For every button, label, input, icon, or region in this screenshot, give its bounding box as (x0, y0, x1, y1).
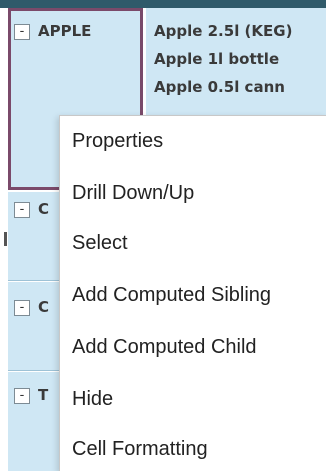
column-item: Apple 1l bottle (154, 50, 280, 68)
row-label: T (38, 386, 49, 404)
menu-item-cell-formatting[interactable]: Cell Formatting (72, 438, 208, 461)
collapse-button[interactable]: - (14, 202, 30, 218)
menu-item-hide[interactable]: Hide (72, 388, 113, 411)
menu-item-drill-down-up[interactable]: Drill Down/Up (72, 182, 194, 205)
row-label: C (38, 298, 50, 316)
column-item: Apple 2.5l (KEG) (154, 22, 293, 40)
row-label-apple: APPLE (38, 22, 92, 40)
collapse-button[interactable]: - (14, 300, 30, 316)
collapse-button[interactable]: - (14, 388, 30, 404)
column-item: Apple 0.5l cann (154, 78, 285, 96)
header-strip (0, 0, 326, 8)
menu-item-properties[interactable]: Properties (72, 130, 163, 153)
row-label: C (38, 200, 50, 218)
pivot-table-view: - APPLE Apple 2.5l (KEG) Apple 1l bottle… (0, 0, 326, 471)
resize-handle[interactable] (4, 232, 7, 246)
menu-item-select[interactable]: Select (72, 232, 128, 255)
menu-item-add-computed-sibling[interactable]: Add Computed Sibling (72, 284, 271, 307)
menu-item-add-computed-child[interactable]: Add Computed Child (72, 336, 257, 359)
context-menu: Properties Drill Down/Up Select Add Comp… (59, 115, 326, 471)
collapse-button[interactable]: - (14, 24, 30, 40)
